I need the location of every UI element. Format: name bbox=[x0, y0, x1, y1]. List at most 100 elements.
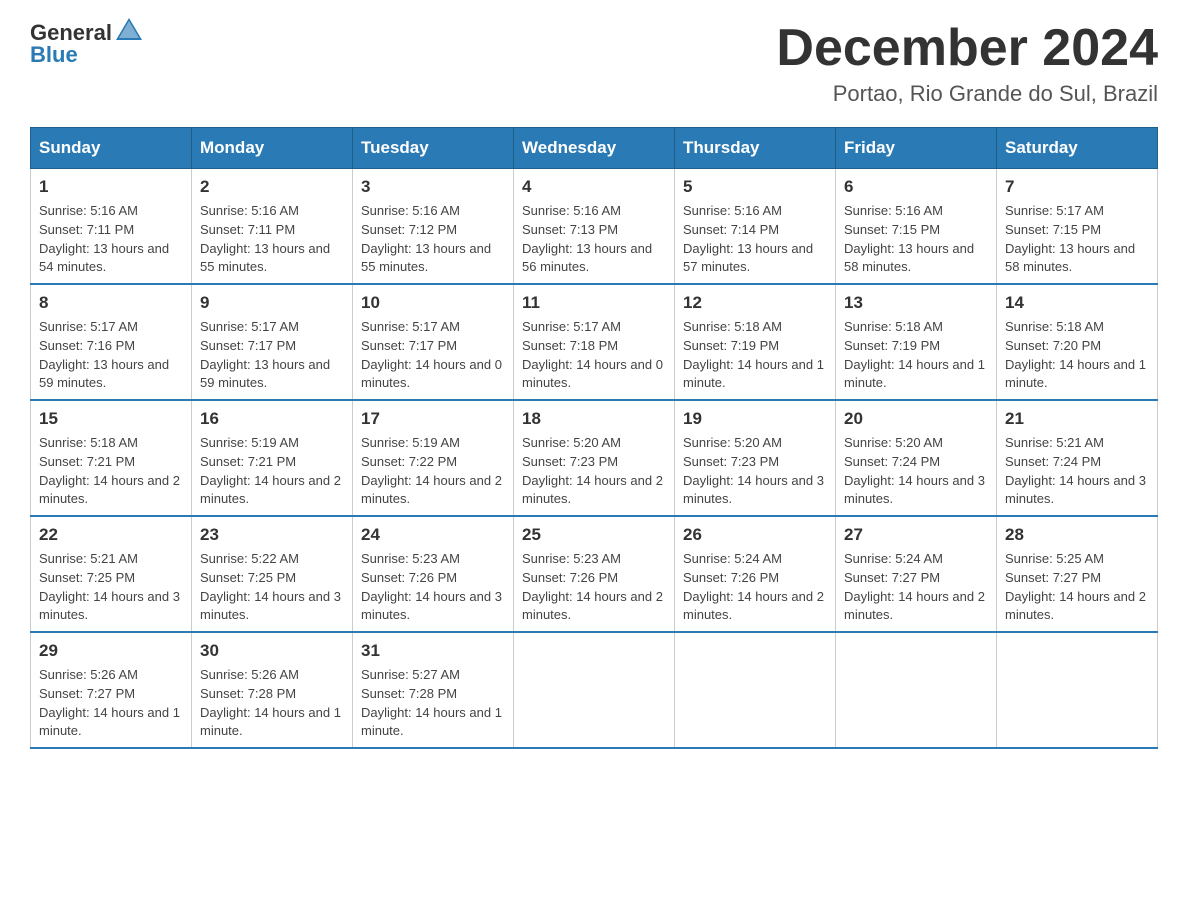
day-number: 22 bbox=[39, 523, 183, 548]
title-area: December 2024 Portao, Rio Grande do Sul,… bbox=[776, 20, 1158, 107]
day-daylight: Daylight: 14 hours and 1 minute. bbox=[683, 357, 824, 391]
day-daylight: Daylight: 13 hours and 54 minutes. bbox=[39, 241, 169, 275]
day-sunset: Sunset: 7:13 PM bbox=[522, 222, 618, 237]
day-sunrise: Sunrise: 5:26 AM bbox=[39, 667, 138, 682]
day-number: 23 bbox=[200, 523, 344, 548]
day-number: 6 bbox=[844, 175, 988, 200]
day-sunset: Sunset: 7:27 PM bbox=[844, 570, 940, 585]
day-sunrise: Sunrise: 5:20 AM bbox=[683, 435, 782, 450]
day-daylight: Daylight: 14 hours and 2 minutes. bbox=[1005, 589, 1146, 623]
day-daylight: Daylight: 14 hours and 1 minute. bbox=[200, 705, 341, 739]
weekday-header-friday: Friday bbox=[836, 128, 997, 169]
day-sunrise: Sunrise: 5:16 AM bbox=[200, 203, 299, 218]
calendar-cell: 16 Sunrise: 5:19 AM Sunset: 7:21 PM Dayl… bbox=[192, 400, 353, 516]
calendar-week-row: 8 Sunrise: 5:17 AM Sunset: 7:16 PM Dayli… bbox=[31, 284, 1158, 400]
logo-blue-text: Blue bbox=[30, 42, 78, 68]
day-daylight: Daylight: 13 hours and 55 minutes. bbox=[200, 241, 330, 275]
day-sunrise: Sunrise: 5:17 AM bbox=[200, 319, 299, 334]
calendar-subtitle: Portao, Rio Grande do Sul, Brazil bbox=[776, 81, 1158, 107]
day-sunset: Sunset: 7:15 PM bbox=[844, 222, 940, 237]
day-number: 14 bbox=[1005, 291, 1149, 316]
calendar-cell: 31 Sunrise: 5:27 AM Sunset: 7:28 PM Dayl… bbox=[353, 632, 514, 748]
day-number: 18 bbox=[522, 407, 666, 432]
day-sunrise: Sunrise: 5:27 AM bbox=[361, 667, 460, 682]
day-daylight: Daylight: 14 hours and 3 minutes. bbox=[1005, 473, 1146, 507]
day-daylight: Daylight: 14 hours and 3 minutes. bbox=[844, 473, 985, 507]
day-number: 2 bbox=[200, 175, 344, 200]
calendar-cell: 6 Sunrise: 5:16 AM Sunset: 7:15 PM Dayli… bbox=[836, 169, 997, 285]
day-sunrise: Sunrise: 5:20 AM bbox=[522, 435, 621, 450]
day-sunrise: Sunrise: 5:18 AM bbox=[844, 319, 943, 334]
day-number: 26 bbox=[683, 523, 827, 548]
calendar-cell: 20 Sunrise: 5:20 AM Sunset: 7:24 PM Dayl… bbox=[836, 400, 997, 516]
day-sunset: Sunset: 7:16 PM bbox=[39, 338, 135, 353]
calendar-cell: 28 Sunrise: 5:25 AM Sunset: 7:27 PM Dayl… bbox=[997, 516, 1158, 632]
day-daylight: Daylight: 14 hours and 2 minutes. bbox=[522, 473, 663, 507]
calendar-cell: 26 Sunrise: 5:24 AM Sunset: 7:26 PM Dayl… bbox=[675, 516, 836, 632]
calendar-cell: 10 Sunrise: 5:17 AM Sunset: 7:17 PM Dayl… bbox=[353, 284, 514, 400]
day-daylight: Daylight: 14 hours and 1 minute. bbox=[1005, 357, 1146, 391]
calendar-cell: 25 Sunrise: 5:23 AM Sunset: 7:26 PM Dayl… bbox=[514, 516, 675, 632]
calendar-week-row: 29 Sunrise: 5:26 AM Sunset: 7:27 PM Dayl… bbox=[31, 632, 1158, 748]
day-number: 4 bbox=[522, 175, 666, 200]
day-number: 10 bbox=[361, 291, 505, 316]
day-sunrise: Sunrise: 5:16 AM bbox=[522, 203, 621, 218]
day-sunset: Sunset: 7:26 PM bbox=[683, 570, 779, 585]
day-number: 30 bbox=[200, 639, 344, 664]
weekday-header-monday: Monday bbox=[192, 128, 353, 169]
day-number: 12 bbox=[683, 291, 827, 316]
day-number: 1 bbox=[39, 175, 183, 200]
day-sunset: Sunset: 7:12 PM bbox=[361, 222, 457, 237]
day-number: 15 bbox=[39, 407, 183, 432]
day-sunset: Sunset: 7:17 PM bbox=[361, 338, 457, 353]
day-number: 3 bbox=[361, 175, 505, 200]
day-sunrise: Sunrise: 5:24 AM bbox=[683, 551, 782, 566]
calendar-cell: 2 Sunrise: 5:16 AM Sunset: 7:11 PM Dayli… bbox=[192, 169, 353, 285]
day-sunset: Sunset: 7:24 PM bbox=[844, 454, 940, 469]
calendar-cell: 11 Sunrise: 5:17 AM Sunset: 7:18 PM Dayl… bbox=[514, 284, 675, 400]
day-sunrise: Sunrise: 5:21 AM bbox=[1005, 435, 1104, 450]
calendar-cell: 30 Sunrise: 5:26 AM Sunset: 7:28 PM Dayl… bbox=[192, 632, 353, 748]
day-number: 28 bbox=[1005, 523, 1149, 548]
day-sunrise: Sunrise: 5:21 AM bbox=[39, 551, 138, 566]
day-sunset: Sunset: 7:17 PM bbox=[200, 338, 296, 353]
day-sunrise: Sunrise: 5:22 AM bbox=[200, 551, 299, 566]
day-sunset: Sunset: 7:21 PM bbox=[200, 454, 296, 469]
day-sunset: Sunset: 7:11 PM bbox=[200, 222, 295, 237]
day-daylight: Daylight: 14 hours and 3 minutes. bbox=[361, 589, 502, 623]
day-sunset: Sunset: 7:26 PM bbox=[522, 570, 618, 585]
day-daylight: Daylight: 13 hours and 55 minutes. bbox=[361, 241, 491, 275]
calendar-cell: 27 Sunrise: 5:24 AM Sunset: 7:27 PM Dayl… bbox=[836, 516, 997, 632]
logo: General Blue bbox=[30, 20, 144, 68]
day-sunset: Sunset: 7:19 PM bbox=[844, 338, 940, 353]
day-number: 27 bbox=[844, 523, 988, 548]
day-daylight: Daylight: 13 hours and 58 minutes. bbox=[1005, 241, 1135, 275]
calendar-cell bbox=[675, 632, 836, 748]
calendar-week-row: 15 Sunrise: 5:18 AM Sunset: 7:21 PM Dayl… bbox=[31, 400, 1158, 516]
day-sunrise: Sunrise: 5:19 AM bbox=[200, 435, 299, 450]
day-number: 8 bbox=[39, 291, 183, 316]
day-daylight: Daylight: 14 hours and 2 minutes. bbox=[361, 473, 502, 507]
day-daylight: Daylight: 13 hours and 57 minutes. bbox=[683, 241, 813, 275]
day-sunset: Sunset: 7:28 PM bbox=[361, 686, 457, 701]
calendar-cell: 5 Sunrise: 5:16 AM Sunset: 7:14 PM Dayli… bbox=[675, 169, 836, 285]
day-number: 31 bbox=[361, 639, 505, 664]
day-sunset: Sunset: 7:19 PM bbox=[683, 338, 779, 353]
day-sunrise: Sunrise: 5:16 AM bbox=[683, 203, 782, 218]
calendar-cell: 24 Sunrise: 5:23 AM Sunset: 7:26 PM Dayl… bbox=[353, 516, 514, 632]
day-sunrise: Sunrise: 5:19 AM bbox=[361, 435, 460, 450]
day-daylight: Daylight: 14 hours and 1 minute. bbox=[844, 357, 985, 391]
day-daylight: Daylight: 14 hours and 0 minutes. bbox=[361, 357, 502, 391]
calendar-cell: 17 Sunrise: 5:19 AM Sunset: 7:22 PM Dayl… bbox=[353, 400, 514, 516]
day-sunrise: Sunrise: 5:20 AM bbox=[844, 435, 943, 450]
weekday-header-thursday: Thursday bbox=[675, 128, 836, 169]
header: General Blue December 2024 Portao, Rio G… bbox=[30, 20, 1158, 107]
day-daylight: Daylight: 14 hours and 0 minutes. bbox=[522, 357, 663, 391]
weekday-header-wednesday: Wednesday bbox=[514, 128, 675, 169]
calendar-week-row: 22 Sunrise: 5:21 AM Sunset: 7:25 PM Dayl… bbox=[31, 516, 1158, 632]
day-number: 5 bbox=[683, 175, 827, 200]
calendar-table: SundayMondayTuesdayWednesdayThursdayFrid… bbox=[30, 127, 1158, 749]
calendar-cell: 9 Sunrise: 5:17 AM Sunset: 7:17 PM Dayli… bbox=[192, 284, 353, 400]
day-sunrise: Sunrise: 5:18 AM bbox=[39, 435, 138, 450]
day-daylight: Daylight: 14 hours and 2 minutes. bbox=[844, 589, 985, 623]
